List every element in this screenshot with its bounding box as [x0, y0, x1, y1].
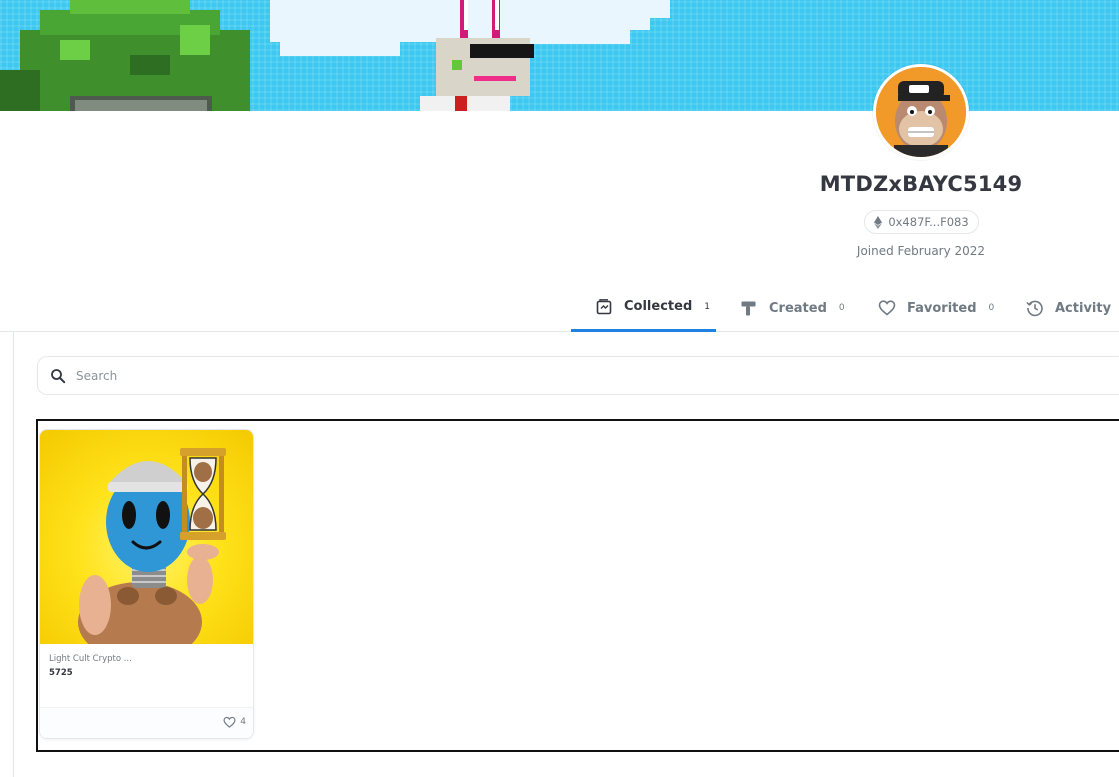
- asset-image[interactable]: [40, 430, 253, 644]
- tab-favorited[interactable]: Favorited 0: [878, 284, 994, 332]
- tab-created-count: 0: [838, 303, 845, 313]
- wallet-address: 0x487F...F083: [888, 215, 969, 229]
- asset-card[interactable]: Light Cult Crypto ... 5725 4: [39, 429, 254, 739]
- wallet-address-button[interactable]: 0x487F...F083: [864, 210, 979, 234]
- ape-avatar-image: [876, 67, 966, 157]
- heart-icon: [878, 299, 896, 317]
- tab-activity[interactable]: Activity: [1026, 284, 1111, 332]
- like-count: 4: [240, 717, 246, 727]
- lightbulb-character-artwork: [78, 448, 226, 644]
- search-icon: [50, 368, 66, 384]
- tab-favorited-label: Favorited: [907, 300, 977, 316]
- tab-created-label: Created: [769, 300, 827, 316]
- tab-collected-count: 1: [704, 301, 710, 312]
- created-icon: [740, 299, 758, 317]
- search-input[interactable]: [74, 367, 974, 384]
- profile-avatar: [873, 64, 969, 160]
- asset-grid: Light Cult Crypto ... 5725 4: [36, 419, 1119, 752]
- joined-date: Joined February 2022: [856, 244, 986, 258]
- tab-created[interactable]: Created 0: [740, 284, 845, 332]
- collected-icon: [595, 298, 613, 316]
- asset-name[interactable]: 5725: [49, 668, 73, 678]
- asset-collection-name[interactable]: Light Cult Crypto ...: [49, 654, 132, 664]
- asset-footer: 4: [40, 707, 253, 738]
- search-bar[interactable]: [37, 356, 1119, 395]
- sidebar-divider: [13, 332, 14, 777]
- heart-icon: [223, 716, 236, 728]
- tab-activity-label: Activity: [1055, 300, 1112, 316]
- tab-collected-label: Collected: [624, 299, 693, 314]
- like-button[interactable]: 4: [223, 716, 246, 728]
- tab-favorited-count: 0: [988, 303, 995, 313]
- tab-collected[interactable]: Collected 1: [571, 284, 716, 332]
- activity-icon: [1026, 299, 1044, 317]
- profile-name: MTDZxBAYC5149: [819, 172, 1023, 196]
- profile-tabs: Collected 1 Created 0 Favorited 0 Activi…: [0, 284, 1119, 332]
- ethereum-icon: [874, 215, 883, 229]
